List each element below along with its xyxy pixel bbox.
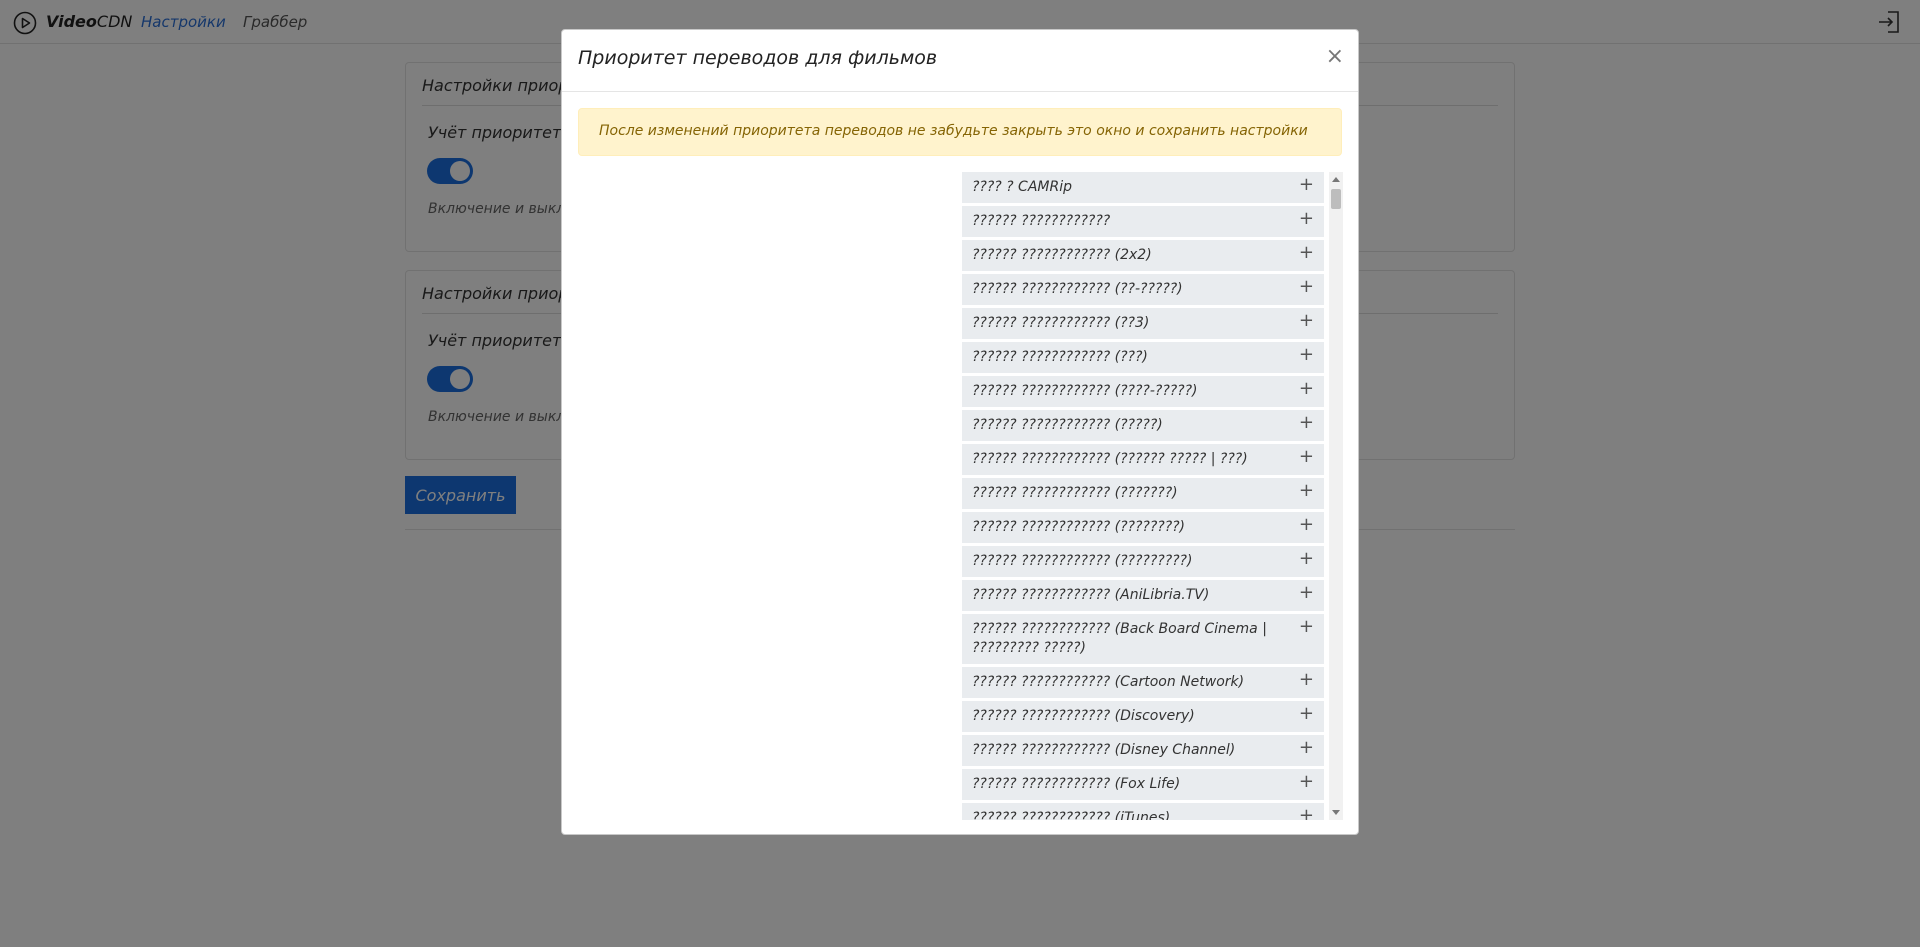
modal-header: Приоритет переводов для фильмов ×	[562, 30, 1358, 92]
translation-name: ?????? ???????????? (???????)	[972, 485, 1178, 501]
list-item[interactable]: ?????? ???????????? +	[962, 206, 1324, 237]
list-item[interactable]: ?????? ???????????? (Back Board Cinema |…	[962, 614, 1324, 664]
list-item[interactable]: ?????? ???????????? (AniLibria.TV) +	[962, 580, 1324, 611]
translation-priority-modal: Приоритет переводов для фильмов × После …	[561, 29, 1359, 835]
list-item[interactable]: ?????? ???????????? (Disney Channel) +	[962, 735, 1324, 766]
list-item[interactable]: ?????? ???????????? (2x2) +	[962, 240, 1324, 271]
translation-name: ?????? ???????????? (???)	[972, 349, 1148, 365]
add-icon[interactable]: +	[1299, 311, 1314, 330]
translation-name: ?????? ???????????? (Cartoon Network)	[972, 674, 1245, 690]
list-item[interactable]: ?????? ???????????? (?????) +	[962, 410, 1324, 441]
add-icon[interactable]: +	[1299, 704, 1314, 723]
add-icon[interactable]: +	[1299, 345, 1314, 364]
list-item[interactable]: ?????? ???????????? (?????? ????? | ???)…	[962, 444, 1324, 475]
add-icon[interactable]: +	[1299, 583, 1314, 602]
list-item[interactable]: ?????? ???????????? (Discovery) +	[962, 701, 1324, 732]
add-icon[interactable]: +	[1299, 277, 1314, 296]
translation-name: ?????? ???????????? (AniLibria.TV)	[972, 587, 1210, 603]
list-item[interactable]: ?????? ???????????? (?????????) +	[962, 546, 1324, 577]
translation-name: ?????? ???????????? (????????)	[972, 519, 1186, 535]
warning-alert: После изменений приоритета переводов не …	[578, 108, 1342, 156]
scroll-down-arrow-icon[interactable]	[1332, 810, 1340, 815]
translation-name: ?????? ???????????? (Fox Life)	[972, 776, 1181, 792]
add-icon[interactable]: +	[1299, 209, 1314, 228]
list-item[interactable]: ???? ? CAMRip +	[962, 172, 1324, 203]
translation-name: ?????? ???????????? (????-?????)	[972, 383, 1198, 399]
add-icon[interactable]: +	[1299, 617, 1314, 636]
list-item[interactable]: ?????? ???????????? (???) +	[962, 342, 1324, 373]
add-icon[interactable]: +	[1299, 515, 1314, 534]
modal-title: Приоритет переводов для фильмов	[578, 47, 938, 69]
add-icon[interactable]: +	[1299, 738, 1314, 757]
list-item[interactable]: ?????? ???????????? (??3) +	[962, 308, 1324, 339]
translation-name: ?????? ???????????? (?????????)	[972, 553, 1193, 569]
scrollbar-thumb[interactable]	[1331, 189, 1341, 209]
list-item[interactable]: ?????? ???????????? (??-?????) +	[962, 274, 1324, 305]
scrollbar[interactable]	[1329, 172, 1343, 820]
add-icon[interactable]: +	[1299, 772, 1314, 791]
add-icon[interactable]: +	[1299, 549, 1314, 568]
translation-name: ?????? ???????????? (??3)	[972, 315, 1150, 331]
add-icon[interactable]: +	[1299, 481, 1314, 500]
translation-name: ?????? ???????????? (?????? ????? | ???)	[972, 451, 1248, 467]
translation-name: ?????? ???????????? (Disney Channel)	[972, 742, 1236, 758]
translation-name: ?????? ???????????? (Discovery)	[972, 708, 1195, 724]
add-icon[interactable]: +	[1299, 447, 1314, 466]
translation-name: ?????? ???????????? (??-?????)	[972, 281, 1183, 297]
add-icon[interactable]: +	[1299, 379, 1314, 398]
list-item[interactable]: ?????? ???????????? (Fox Life) +	[962, 769, 1324, 800]
add-icon[interactable]: +	[1299, 806, 1314, 820]
list-item[interactable]: ?????? ???????????? (????-?????) +	[962, 376, 1324, 407]
scroll-up-arrow-icon[interactable]	[1332, 177, 1340, 182]
translation-name: ???? ? CAMRip	[972, 179, 1072, 195]
translation-name: ?????? ???????????? (iTunes)	[972, 810, 1171, 820]
add-icon[interactable]: +	[1299, 243, 1314, 262]
add-icon[interactable]: +	[1299, 413, 1314, 432]
translation-list-container[interactable]: ???? ? CAMRip + ?????? ???????????? +??????…	[962, 172, 1343, 820]
add-icon[interactable]: +	[1299, 670, 1314, 689]
list-item[interactable]: ?????? ???????????? (iTunes) +	[962, 803, 1324, 820]
translation-list: ???? ? CAMRip + ?????? ???????????? +??????…	[962, 172, 1324, 820]
translation-name: ?????? ???????????? (?????)	[972, 417, 1163, 433]
add-icon[interactable]: +	[1299, 175, 1314, 194]
translation-name: ?????? ????????????	[972, 213, 1111, 229]
close-icon[interactable]: ×	[1326, 44, 1344, 69]
list-item[interactable]: ?????? ???????????? (????????) +	[962, 512, 1324, 543]
translation-name: ?????? ???????????? (Back Board Cinema |…	[972, 621, 1267, 656]
list-item[interactable]: ?????? ???????????? (Cartoon Network) +	[962, 667, 1324, 698]
list-item[interactable]: ?????? ???????????? (???????) +	[962, 478, 1324, 509]
translation-name: ?????? ???????????? (2x2)	[972, 247, 1152, 263]
